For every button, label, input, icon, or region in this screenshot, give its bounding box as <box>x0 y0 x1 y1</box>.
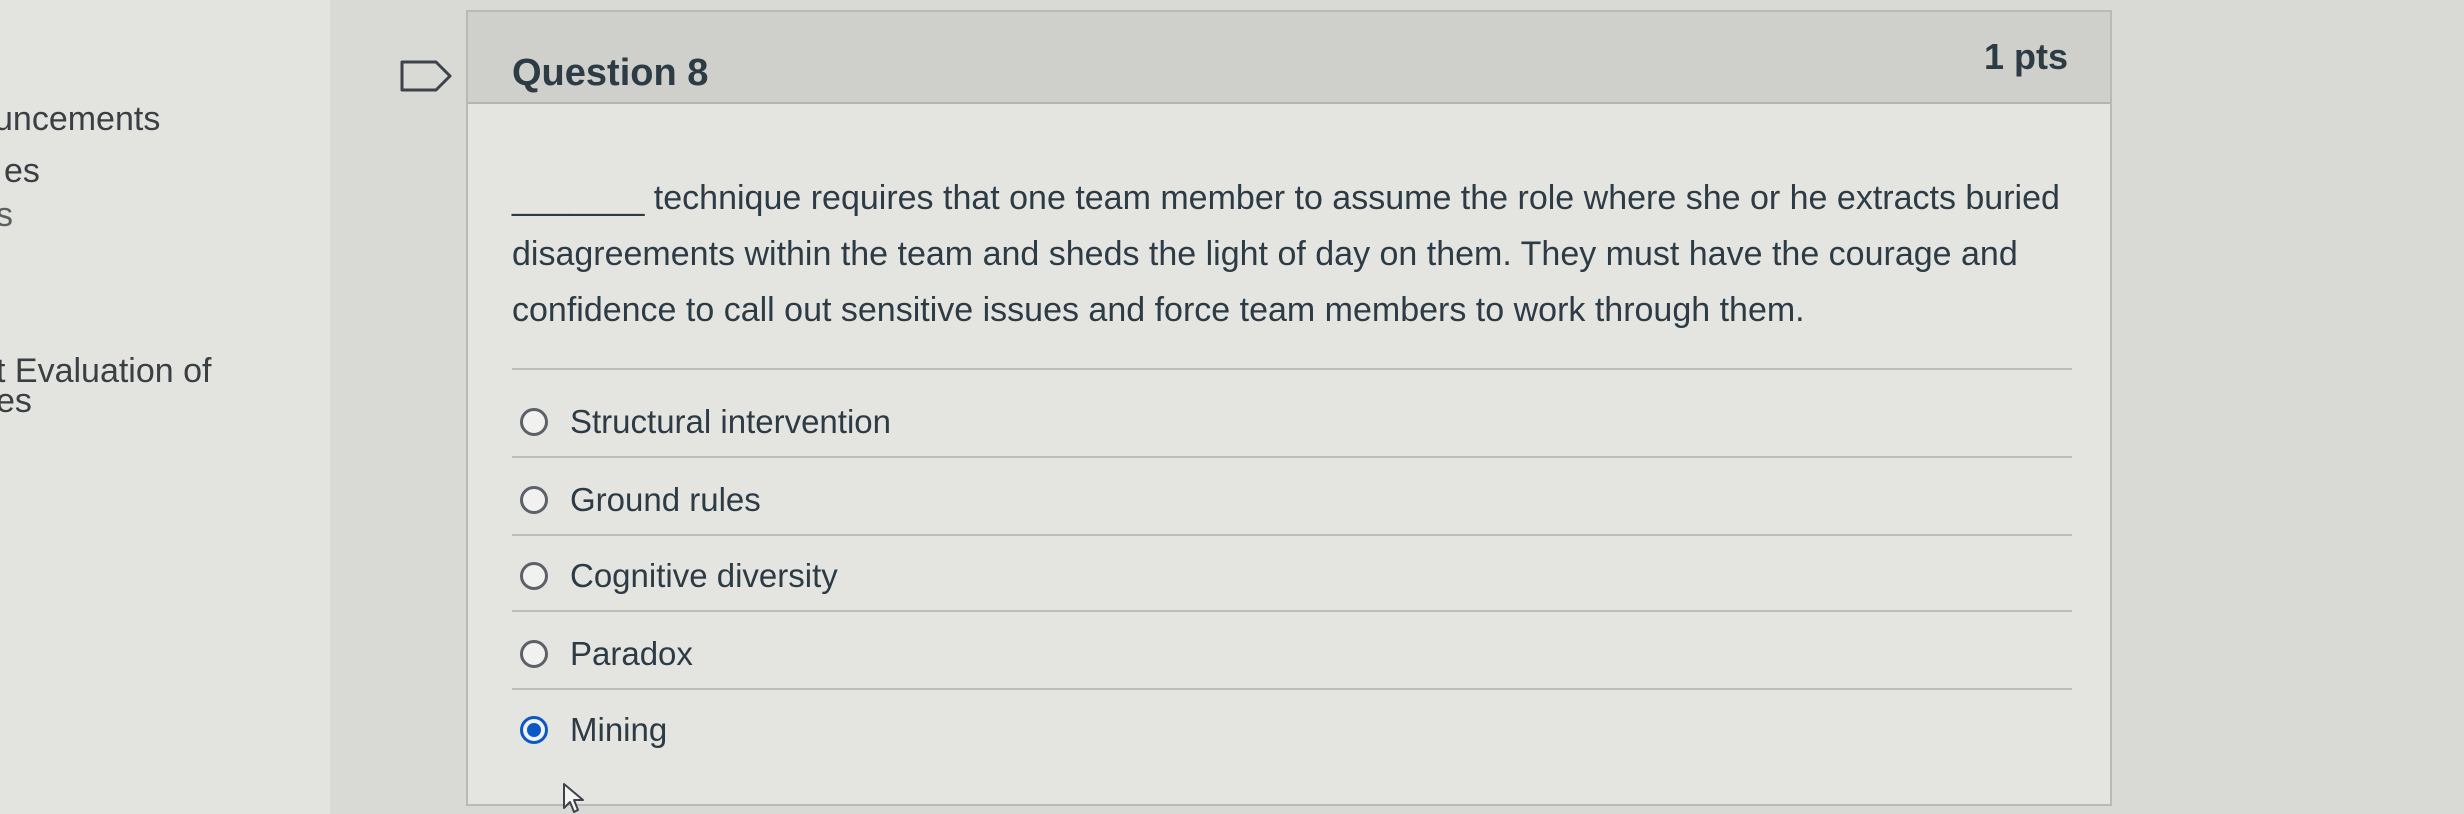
radio-button[interactable] <box>520 562 548 590</box>
question-points: 1 pts <box>1983 36 2068 77</box>
question-title: Question 8 <box>512 52 709 94</box>
nav-item-evaluation-continued[interactable]: es <box>0 382 32 421</box>
answer-option-mining[interactable]: Mining <box>520 708 667 752</box>
nav-item-assignments[interactable]: s <box>0 196 13 235</box>
radio-button-selected[interactable] <box>520 716 548 744</box>
divider <box>512 688 2072 690</box>
divider <box>512 534 2072 536</box>
divider <box>512 368 2072 370</box>
nav-item-modules[interactable]: es <box>4 152 40 191</box>
answer-option-paradox[interactable]: Paradox <box>520 632 693 676</box>
divider <box>512 610 2072 612</box>
answer-option-structural-intervention[interactable]: Structural intervention <box>520 400 891 444</box>
question-card: Question 8 1 pts _______ technique requi… <box>466 10 2112 806</box>
answer-label: Paradox <box>570 635 693 672</box>
radio-button[interactable] <box>520 486 548 514</box>
answer-option-ground-rules[interactable]: Ground rules <box>520 478 761 522</box>
question-header: Question 8 1 pts <box>468 12 2110 104</box>
mouse-cursor-icon <box>563 783 584 813</box>
flag-icon[interactable] <box>398 58 454 94</box>
answer-label: Ground rules <box>570 481 761 518</box>
nav-item-announcements[interactable]: uncements <box>0 100 160 139</box>
radio-button[interactable] <box>520 408 548 436</box>
answer-option-cognitive-diversity[interactable]: Cognitive diversity <box>520 554 838 598</box>
answer-label: Structural intervention <box>570 403 891 440</box>
radio-button[interactable] <box>520 640 548 668</box>
divider <box>512 456 2072 458</box>
answer-label: Mining <box>570 711 668 748</box>
answer-label: Cognitive diversity <box>570 557 838 594</box>
course-navigation: uncements es s t Evaluation of es <box>0 0 330 814</box>
question-text: _______ technique requires that one team… <box>512 179 2060 329</box>
